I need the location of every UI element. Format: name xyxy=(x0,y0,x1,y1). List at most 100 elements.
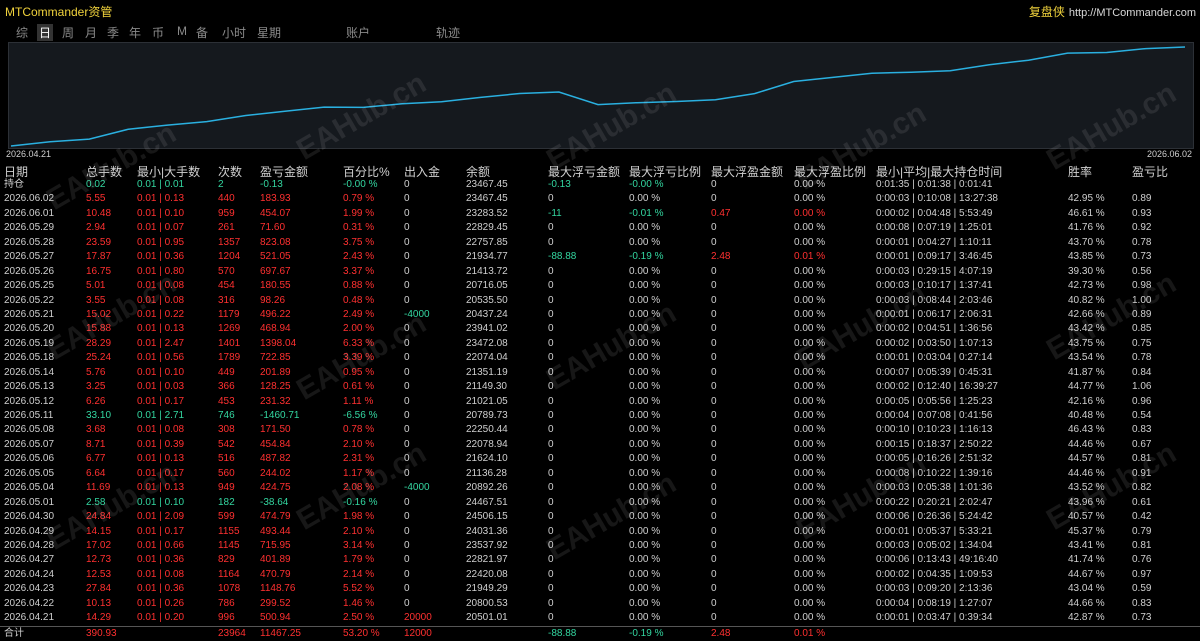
tab-summary[interactable]: 综 xyxy=(16,24,28,41)
tab-magic[interactable]: M xyxy=(177,24,187,38)
cell-minmax: 0.01 | 0.07 xyxy=(137,222,185,234)
cell-mflp: 0.00 % xyxy=(629,352,661,364)
table-row[interactable]: 2026.05.04 11.69 0.01 | 0.13 949 424.75 2.08 … xyxy=(0,481,1200,495)
cell-mfl: 0 xyxy=(548,236,554,248)
cell-count: 516 xyxy=(218,453,235,465)
cell-bal: 23467.45 xyxy=(466,179,508,190)
cell-pct: 2.50 % xyxy=(343,612,375,624)
cell-mfp: 0 xyxy=(711,395,717,407)
cell-rr: 0.84 xyxy=(1132,366,1152,378)
table-row[interactable]: 2026.04.29 14.15 0.01 | 0.17 1155 493.44 2.10… xyxy=(0,525,1200,539)
table-row[interactable]: 2026.04.22 10.13 0.01 | 0.26 786 299.52 1.46 … xyxy=(0,597,1200,611)
tab-day[interactable]: 日 xyxy=(37,24,54,41)
table-row[interactable]: 2026.05.13 3.25 0.01 | 0.03 366 128.25 0.61 %… xyxy=(0,380,1200,394)
table-row[interactable]: 2026.05.18 25.24 0.01 | 0.56 1789 722.85 3.39… xyxy=(0,351,1200,365)
table-row[interactable]: 2026.05.12 6.26 0.01 | 0.17 453 231.32 1.11 %… xyxy=(0,395,1200,409)
cell-mfpp: 0.00 % xyxy=(794,453,826,465)
cell-pct: 0.78 % xyxy=(343,424,375,436)
table-row[interactable]: 2026.04.30 24.84 0.01 | 2.09 599 474.79 1.98 … xyxy=(0,510,1200,524)
tab-symbol[interactable]: 币 xyxy=(152,24,164,41)
cell-flow: 0 xyxy=(404,323,410,335)
table-row[interactable]: 2026.04.23 27.84 0.01 | 0.36 1078 1148.76 5.5… xyxy=(0,582,1200,596)
chart-start-date: 2026.04.21 xyxy=(6,149,52,159)
table-row[interactable]: 2026.05.27 17.87 0.01 | 0.36 1204 521.05 2.43… xyxy=(0,250,1200,264)
table-row[interactable]: 2026.04.24 12.53 0.01 | 0.08 1164 470.79 2.14… xyxy=(0,568,1200,582)
tab-track[interactable]: 轨迹 xyxy=(436,24,460,41)
table-row[interactable]: 2026.05.26 16.75 0.01 | 0.80 570 697.67 3.37 … xyxy=(0,265,1200,279)
table-row[interactable]: 2026.05.06 6.77 0.01 | 0.13 516 487.82 2.31 %… xyxy=(0,452,1200,466)
cell-flow: 0 xyxy=(404,410,410,421)
cell-pct: 2.08 % xyxy=(343,482,375,494)
tab-account[interactable]: 账户 xyxy=(346,24,370,41)
cell-lots: 17.87 xyxy=(86,251,112,263)
table-row[interactable]: 2026.05.20 15.88 0.01 | 0.13 1269 468.94 2.00… xyxy=(0,322,1200,336)
cell-mfpp: 0.00 % xyxy=(794,525,826,537)
cell-lots: 6.77 xyxy=(86,453,106,465)
tab-week[interactable]: 周 xyxy=(62,24,74,41)
cell-mfpp: 0.01 % xyxy=(794,627,826,639)
tab-year[interactable]: 年 xyxy=(129,24,141,41)
cell-lots: 11.69 xyxy=(86,482,111,494)
table-row[interactable]: 2026.04.28 17.02 0.01 | 0.66 1145 715.95 3.14… xyxy=(0,539,1200,553)
cell-pnl: 231.32 xyxy=(260,395,291,407)
cell-lots: 10.13 xyxy=(86,597,112,609)
table-row[interactable]: 2026.05.05 6.64 0.01 | 0.17 560 244.02 1.17 %… xyxy=(0,467,1200,481)
table-row[interactable]: 2026.05.07 8.71 0.01 | 0.39 542 454.84 2.10 %… xyxy=(0,438,1200,452)
table-row[interactable]: 2026.05.01 2.58 0.01 | 0.10 182 -38.64 -0.16 … xyxy=(0,496,1200,510)
cell-date: 2026.05.26 xyxy=(4,265,55,277)
tab-month[interactable]: 月 xyxy=(85,24,97,41)
cell-lots: 0.02 xyxy=(86,179,106,190)
brand-url[interactable]: http://MTCommander.com xyxy=(1069,7,1196,19)
cell-bal: 23537.92 xyxy=(466,539,508,551)
cell-mfl: 0 xyxy=(548,323,554,335)
cell-minmax: 0.01 | 0.13 xyxy=(137,193,185,205)
table-row[interactable]: 2026.05.21 15.02 0.01 | 0.22 1179 496.22 2.49… xyxy=(0,308,1200,322)
cell-hold: 0:00:01 | 0:03:04 | 0:27:14 xyxy=(876,352,993,364)
cell-bal: 23941.02 xyxy=(466,323,508,335)
table-row[interactable]: 2026.05.19 28.29 0.01 | 2.47 1401 1398.04 6.3… xyxy=(0,337,1200,351)
table-row[interactable]: 2026.06.01 10.48 0.01 | 0.10 959 454.07 1.99 … xyxy=(0,207,1200,221)
table-row[interactable]: 2026.04.21 14.29 0.01 | 0.20 996 500.94 2.50 … xyxy=(0,611,1200,625)
cell-flow: 12000 xyxy=(404,627,432,639)
table-row[interactable]: 2026.05.29 2.94 0.01 | 0.07 261 71.60 0.31 % 0… xyxy=(0,221,1200,235)
cell-lots: 23.59 xyxy=(86,236,112,248)
cell-count: 366 xyxy=(218,381,235,393)
cell-count: 440 xyxy=(218,193,235,205)
cell-mflp: 0.00 % xyxy=(629,395,661,407)
cell-pct: 1.11 % xyxy=(343,395,374,407)
cell-date: 2026.05.04 xyxy=(4,482,55,494)
cell-mfp: 0 xyxy=(711,511,717,523)
cell-mfl: 0 xyxy=(548,395,554,407)
cell-hold: 0:00:02 | 0:04:51 | 1:36:56 xyxy=(876,323,993,335)
cell-win: 43.41 % xyxy=(1068,539,1105,551)
table-row[interactable]: 2026.05.22 3.55 0.01 | 0.08 316 98.26 0.48 % 0… xyxy=(0,294,1200,308)
tab-note[interactable]: 备 xyxy=(196,24,208,41)
table-row[interactable]: 2026.04.27 12.73 0.01 | 0.36 829 401.89 1.79 … xyxy=(0,553,1200,567)
cell-mflp: 0.00 % xyxy=(629,236,661,248)
table-row[interactable]: 持仓 0.02 0.01 | 0.01 2 -0.13 -0.00 % 0 23467.45 -… xyxy=(0,178,1200,192)
cell-hold: 0:00:03 | 0:05:02 | 1:34:04 xyxy=(876,539,993,551)
cell-mfl: 0 xyxy=(548,222,554,234)
equity-line xyxy=(10,46,1186,147)
table-row[interactable]: 2026.05.08 3.68 0.01 | 0.08 308 171.50 0.78 %… xyxy=(0,423,1200,437)
tab-hour[interactable]: 小时 xyxy=(222,24,246,41)
cell-mflp: 0.00 % xyxy=(629,554,661,566)
cell-pct: 1.79 % xyxy=(343,554,375,566)
cell-mfp: 2.48 xyxy=(711,627,731,639)
cell-pnl: 401.89 xyxy=(260,554,291,566)
cell-minmax: 0.01 | 0.26 xyxy=(137,597,185,609)
cell-date: 2026.04.23 xyxy=(4,583,55,595)
table-row[interactable]: 2026.05.14 5.76 0.01 | 0.10 449 201.89 0.95 %… xyxy=(0,366,1200,380)
cell-pnl: 454.07 xyxy=(260,207,291,219)
cell-lots: 14.15 xyxy=(86,525,112,537)
table-row[interactable]: 2026.05.28 23.59 0.01 | 0.95 1357 823.08 3.75… xyxy=(0,236,1200,250)
cell-count: 1269 xyxy=(218,323,241,335)
table-row[interactable]: 2026.05.25 5.01 0.01 | 0.08 454 180.55 0.88 %… xyxy=(0,279,1200,293)
table-row[interactable]: 2026.06.02 5.55 0.01 | 0.13 440 183.93 0.79 %… xyxy=(0,192,1200,206)
cell-flow: 0 xyxy=(404,381,410,393)
tab-quarter[interactable]: 季 xyxy=(107,24,119,41)
table-row[interactable]: 2026.05.11 33.10 0.01 | 2.71 746 -1460.71 -6.… xyxy=(0,409,1200,423)
tab-weekday[interactable]: 星期 xyxy=(257,24,281,41)
total-row[interactable]: 合计 390.93 23964 11467.25 53.20 % 12000 -88.88 -… xyxy=(0,625,1200,641)
cell-hold: 0:00:02 | 0:12:40 | 16:39:27 xyxy=(876,381,998,393)
